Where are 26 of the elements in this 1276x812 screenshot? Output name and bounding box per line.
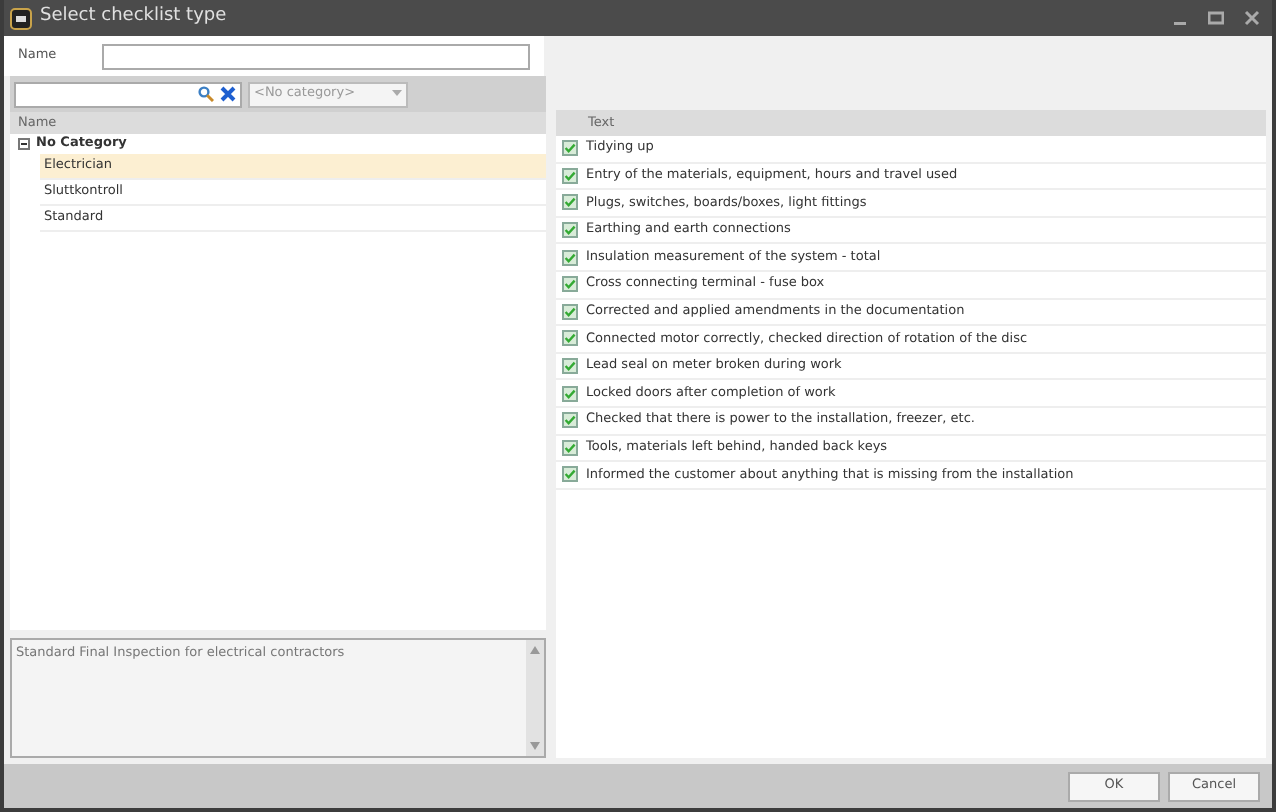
scrollbar[interactable]	[526, 640, 544, 756]
checkbox[interactable]	[562, 167, 578, 184]
checkbox[interactable]	[562, 412, 578, 429]
window-title: Select checklist type	[40, 4, 227, 31]
checkbox[interactable]	[562, 385, 578, 402]
checkbox[interactable]	[562, 303, 578, 320]
search-icon[interactable]	[198, 86, 214, 102]
name-field[interactable]	[102, 43, 530, 69]
checkbox[interactable]	[562, 222, 578, 239]
checkbox[interactable]	[562, 358, 578, 375]
close-icon[interactable]	[1244, 10, 1260, 26]
checkbox[interactable]	[562, 439, 578, 456]
checkbox[interactable]	[562, 466, 578, 483]
checkbox[interactable]	[562, 330, 578, 347]
caret-icon	[392, 90, 402, 98]
checkbox[interactable]	[562, 140, 578, 157]
checkbox[interactable]	[562, 249, 578, 266]
collapse-icon[interactable]	[18, 138, 30, 150]
app-icon	[10, 7, 32, 29]
scroll-up-icon[interactable]	[530, 646, 540, 654]
checkbox[interactable]	[562, 194, 578, 211]
search-field[interactable]	[14, 81, 242, 107]
clear-icon[interactable]	[220, 86, 236, 102]
maximize-icon[interactable]	[1208, 10, 1224, 26]
checkbox[interactable]	[562, 276, 578, 293]
scroll-down-icon[interactable]	[530, 742, 540, 750]
